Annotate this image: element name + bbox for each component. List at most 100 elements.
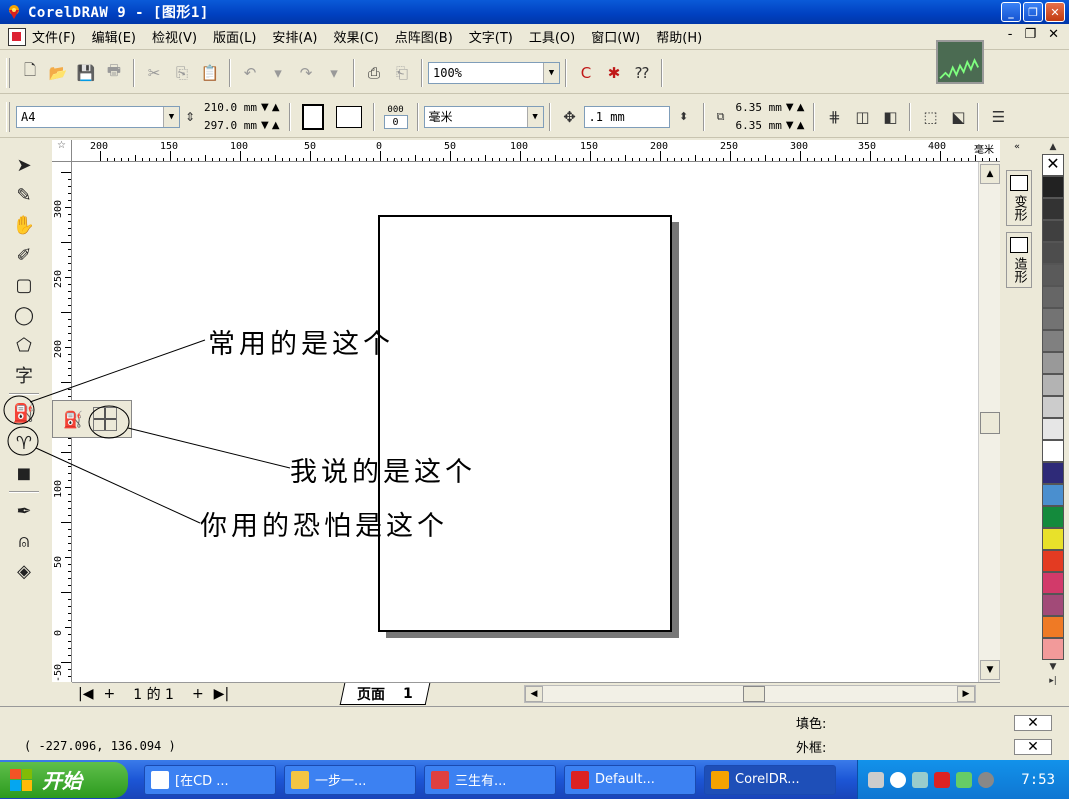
color-swatch[interactable] — [1042, 308, 1064, 330]
tray-expand-icon[interactable] — [890, 771, 906, 788]
menu-window[interactable]: 窗口(W) — [591, 27, 640, 46]
page-count-box[interactable]: 0 — [383, 114, 408, 129]
volume-icon[interactable] — [978, 771, 994, 788]
app-tray-icon[interactable] — [934, 771, 950, 788]
vertical-scroll-thumb[interactable] — [980, 412, 1000, 434]
doc-minimize-button[interactable]: - — [1008, 27, 1013, 42]
application-launcher-icon[interactable]: C — [575, 62, 597, 84]
menu-bitmaps[interactable]: 点阵图(B) — [395, 27, 453, 46]
color-swatch[interactable] — [1042, 264, 1064, 286]
app-tray-icon[interactable] — [956, 771, 972, 788]
pick-tool-icon[interactable]: ➤ — [6, 150, 42, 180]
rectangle-tool-icon[interactable]: ▢ — [6, 270, 42, 300]
polygon-tool-icon[interactable]: ⬠ — [6, 330, 42, 360]
color-swatch[interactable] — [1042, 484, 1064, 506]
docker-tab-shaping[interactable]: 造形 — [1006, 232, 1032, 288]
color-swatch[interactable] — [1042, 176, 1064, 198]
doc-close-button[interactable]: ✕ — [1048, 27, 1059, 42]
cut-icon[interactable]: ✂ — [143, 62, 165, 84]
color-swatch[interactable] — [1042, 198, 1064, 220]
task-button[interactable]: 三生有... — [424, 764, 556, 795]
color-swatch[interactable] — [1042, 616, 1064, 638]
palette-scroll-up-icon[interactable]: ▲ — [1042, 140, 1064, 154]
toolbar-grip[interactable] — [6, 57, 10, 88]
page-tab[interactable]: 页面 1 — [339, 682, 431, 705]
options-icon[interactable]: ☰ — [987, 106, 1009, 128]
no-color-swatch[interactable]: ✕ — [1042, 154, 1064, 176]
paper-size-combo[interactable]: A4 ▼ — [16, 105, 180, 128]
color-swatch[interactable] — [1042, 462, 1064, 484]
open-folder-icon[interactable]: 📂 — [47, 62, 69, 84]
units-combo[interactable]: 毫米 ▼ — [423, 105, 544, 128]
network-icon[interactable] — [912, 771, 928, 788]
last-page-button[interactable]: ▶| — [214, 686, 229, 702]
page-height-value[interactable]: 297.0 mm — [204, 117, 257, 135]
ruler-origin-icon[interactable]: ☆ — [52, 140, 72, 162]
guidelines-snap-icon[interactable]: ◫ — [851, 106, 873, 128]
copy-icon[interactable]: ⎘ — [171, 62, 193, 84]
menu-file[interactable]: 文件(F) — [32, 27, 76, 46]
interactive-mesh-fill-icon[interactable] — [93, 407, 117, 431]
docker-tab-transform[interactable]: 变形 — [1006, 170, 1032, 226]
palette-scroll-down-icon[interactable]: ▼ — [1042, 660, 1064, 674]
menu-arrange[interactable]: 安排(A) — [272, 27, 317, 46]
objects-snap-icon[interactable]: ◧ — [879, 106, 901, 128]
undo-dropdown-icon[interactable]: ▾ — [267, 62, 289, 84]
add-page-before-button[interactable]: + — [103, 686, 115, 702]
text-tool-icon[interactable]: 字 — [6, 360, 42, 390]
save-icon[interactable]: 💾 — [75, 62, 97, 84]
size-spinner[interactable]: ▼ ▲ ▼ ▲ — [261, 99, 280, 135]
task-button[interactable]: 一步一... — [284, 764, 416, 795]
add-page-after-button[interactable]: + — [192, 686, 204, 702]
redo-dropdown-icon[interactable]: ▾ — [323, 62, 345, 84]
horizontal-scroll-thumb[interactable] — [743, 686, 765, 702]
eyedropper-tool-icon[interactable]: ✒ — [6, 496, 42, 526]
interactive-transparency-tool-icon[interactable]: ♈ — [6, 428, 42, 458]
interactive-fill-icon[interactable]: ⛽ — [61, 407, 85, 431]
outline-none-indicator[interactable]: ✕ — [1014, 739, 1052, 755]
zoom-combo[interactable]: 100% ▼ — [428, 61, 560, 84]
duplicate-x-value[interactable]: 6.35 mm — [736, 99, 782, 117]
portrait-icon[interactable] — [301, 103, 324, 130]
grid-snap-icon[interactable]: ⋕ — [823, 106, 845, 128]
palette-expand-icon[interactable]: ▸| — [1042, 674, 1064, 688]
color-swatch[interactable] — [1042, 418, 1064, 440]
doc-restore-button[interactable]: ❐ — [1024, 27, 1036, 42]
minimize-button[interactable]: _ — [1001, 2, 1021, 22]
chevron-down-icon[interactable]: ▼ — [526, 106, 543, 127]
start-button[interactable]: 开始 — [0, 761, 128, 798]
menu-help[interactable]: 帮助(H) — [656, 27, 702, 46]
new-file-icon[interactable]: 🗋 — [19, 61, 41, 84]
page-width-value[interactable]: 210.0 mm — [204, 99, 257, 117]
undo-icon[interactable]: ↶ — [239, 62, 261, 84]
menu-tools[interactable]: 工具(O) — [529, 27, 575, 46]
outline-tool-icon[interactable]: ⍝ — [6, 526, 42, 556]
color-swatch[interactable] — [1042, 352, 1064, 374]
nudge-field[interactable]: .1 mm — [583, 105, 670, 128]
import-icon[interactable]: ⎙ — [363, 62, 385, 84]
landscape-icon[interactable] — [335, 105, 362, 128]
docker-expand-icon[interactable]: « — [1004, 140, 1030, 154]
select-treat-icon[interactable]: ⬕ — [947, 106, 969, 128]
chevron-down-icon[interactable]: ▼ — [543, 62, 559, 83]
interactive-fill-tool-icon[interactable]: ⛽ — [6, 398, 42, 428]
shape-tool-icon[interactable]: ✎ — [6, 180, 42, 210]
fill-tool-icon[interactable]: ◈ — [6, 556, 42, 586]
task-button[interactable]: [在CD ... — [144, 764, 276, 795]
corel-online-icon[interactable]: ✱ — [603, 62, 625, 84]
print-icon[interactable]: 🖶 — [103, 61, 125, 84]
fill-none-indicator[interactable]: ✕ — [1014, 715, 1052, 731]
drop-shadow-tool-icon[interactable]: ◼ — [6, 458, 42, 488]
document-icon[interactable] — [8, 27, 26, 46]
duplicate-spinner[interactable]: ▼ ▲ ▼ ▲ — [786, 99, 805, 135]
scroll-down-icon[interactable]: ▼ — [980, 660, 1000, 680]
first-page-button[interactable]: |◀ — [78, 686, 93, 702]
horizontal-scrollbar[interactable]: ◀ ▶ — [524, 685, 976, 703]
drawing-page[interactable] — [378, 215, 672, 632]
color-swatch[interactable] — [1042, 220, 1064, 242]
color-swatch[interactable] — [1042, 242, 1064, 264]
freehand-tool-icon[interactable]: ✐ — [6, 240, 42, 270]
redo-icon[interactable]: ↷ — [295, 62, 317, 84]
color-swatch[interactable] — [1042, 572, 1064, 594]
scroll-right-icon[interactable]: ▶ — [957, 686, 975, 702]
